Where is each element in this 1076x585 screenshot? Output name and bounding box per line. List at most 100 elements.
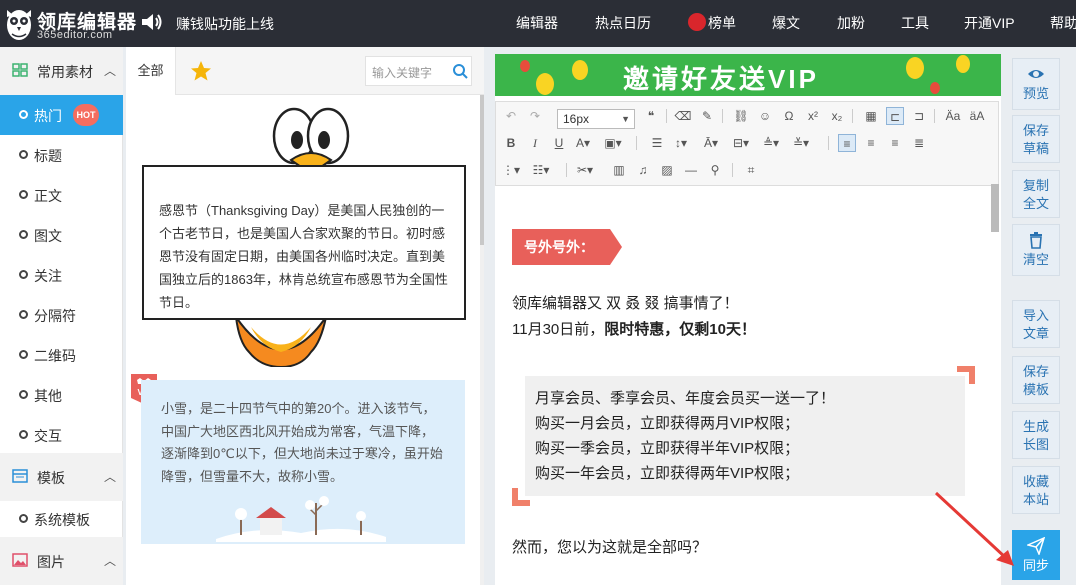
menu-item-qrcode[interactable]: 二维码 <box>0 335 123 375</box>
trash-icon <box>1030 232 1042 249</box>
underline-icon[interactable]: U <box>550 134 568 152</box>
save-template-button[interactable]: 保存 模板 <box>1012 356 1060 404</box>
promo-line-1[interactable]: 领库编辑器又 双 叒 叕 搞事情了！ <box>512 292 739 313</box>
unordered-list-icon[interactable]: ☷▾ <box>532 161 550 179</box>
circle-icon <box>19 390 28 399</box>
editor-scrollbar-thumb[interactable] <box>991 184 999 232</box>
paragraph-before-icon[interactable]: ≜▾ <box>762 134 780 152</box>
clear-label: 清空 <box>1022 252 1049 267</box>
long-image-button[interactable]: 生成 长图 <box>1012 411 1060 459</box>
nav-add-fans[interactable]: 加粉 <box>837 0 865 47</box>
toolbar-separator <box>732 163 733 177</box>
subscript-icon[interactable]: x₂ <box>828 107 846 125</box>
nav-editor[interactable]: 编辑器 <box>516 0 558 47</box>
eraser-icon[interactable]: ⌫ <box>674 107 692 125</box>
special-char-icon[interactable]: Ω <box>780 107 798 125</box>
extra-news-tag: 号外号外： <box>512 229 622 265</box>
menu-item-follow[interactable]: 关注 <box>0 255 123 295</box>
align-justify-icon[interactable]: ☰ <box>648 134 666 152</box>
row-spacing-icon[interactable]: ⊟▾ <box>732 134 750 152</box>
material-scrollbar-thumb[interactable] <box>480 95 484 245</box>
menu-item-system-template[interactable]: 系统模板 <box>0 499 123 539</box>
font-style-icon[interactable]: Ā▾ <box>702 134 720 152</box>
indent-right-icon[interactable]: ⊐ <box>910 107 928 125</box>
align-center-icon[interactable]: ≡ <box>862 134 880 152</box>
menu-item-hot[interactable]: 热门 HOT <box>0 95 123 135</box>
menu-item-divider[interactable]: 分隔符 <box>0 295 123 335</box>
copy-all-button[interactable]: 复制 全文 <box>1012 170 1060 218</box>
offer-box[interactable]: 月享会员、季享会员、年度会员买一送一了！ 购买一月会员，立即获得两月VIP权限；… <box>525 376 965 496</box>
italic-icon[interactable]: I <box>526 134 544 152</box>
nav-vip[interactable]: 开通VIP <box>964 0 1015 47</box>
line-height-icon[interactable]: ↕▾ <box>672 134 690 152</box>
nav-help[interactable]: 帮助 <box>1050 0 1076 47</box>
find-replace-icon[interactable]: ⚲ <box>706 161 724 179</box>
menu-group-template[interactable]: 模板 ︿ <box>0 453 123 501</box>
sync-label: 同步 <box>1022 558 1049 573</box>
menu-group-image[interactable]: 图片 ︿ <box>0 537 123 585</box>
nav-ranking-label: 榜单 <box>708 15 736 31</box>
circle-icon <box>19 150 28 159</box>
menu-group-label: 图片 <box>37 554 65 570</box>
quote-icon[interactable]: ❝ <box>642 107 660 125</box>
menu-group-material[interactable]: 常用素材 ︿ <box>0 47 123 95</box>
table-icon[interactable]: ▥ <box>610 161 628 179</box>
preview-button[interactable]: 预览 <box>1012 58 1060 110</box>
import-article-button[interactable]: 导入 文章 <box>1012 300 1060 348</box>
menu-item-label: 其他 <box>34 388 62 404</box>
search-icon[interactable] <box>452 63 468 79</box>
announcement-link[interactable]: 赚钱贴功能上线 <box>176 14 274 34</box>
clear-button[interactable]: 清空 <box>1012 224 1060 276</box>
nav-hot-calendar[interactable]: 热点日历 <box>595 0 651 47</box>
menu-item-body[interactable]: 正文 <box>0 175 123 215</box>
nav-tools[interactable]: 工具 <box>901 0 929 47</box>
tab-all[interactable]: 全部 <box>126 47 176 95</box>
offer-line: 购买一年会员，立即获得两年VIP权限； <box>535 465 800 482</box>
text-case-icon[interactable]: äA <box>968 107 986 125</box>
nav-viral-articles[interactable]: 爆文 <box>772 0 800 47</box>
chevron-up-icon: ︿ <box>104 554 117 568</box>
bold-icon[interactable]: B <box>502 134 520 152</box>
align-right-icon[interactable]: ≡ <box>886 134 904 152</box>
font-size-select[interactable]: 16px ▼ <box>557 109 635 129</box>
invite-banner[interactable]: 邀请好友送VIP <box>495 54 1001 96</box>
thanksgiving-text[interactable]: 感恩节（Thanksgiving Day）是美国人民独创的一个古老节日，也是美国… <box>142 165 466 320</box>
paste-icon[interactable]: ▦ <box>862 107 880 125</box>
nav-ranking[interactable]: 榜单 <box>688 0 736 47</box>
promo-line-2[interactable]: 11月30日前，限时特惠，仅剩10天！ <box>512 318 756 339</box>
redo-icon[interactable]: ↷ <box>526 107 544 125</box>
link-icon[interactable]: ⛓ <box>732 107 750 125</box>
toolbar-separator <box>828 136 829 150</box>
emoji-icon[interactable]: ☺ <box>756 107 774 125</box>
paragraph-after-icon[interactable]: ≚▾ <box>792 134 810 152</box>
html-source-icon[interactable]: ⌗ <box>742 161 760 179</box>
menu-item-interactive[interactable]: 交互 <box>0 415 123 455</box>
turkey-feathers-image <box>235 316 327 367</box>
format-painter-icon[interactable]: ✎ <box>698 107 716 125</box>
align-left-icon[interactable]: ≡ <box>838 134 856 152</box>
owl-logo-icon[interactable] <box>4 4 34 42</box>
undo-icon[interactable]: ↶ <box>502 107 520 125</box>
closing-line[interactable]: 然而，您以为这就是全部吗？ <box>512 536 707 557</box>
music-icon[interactable]: ♫ <box>634 161 652 179</box>
star-icon[interactable] <box>190 60 212 82</box>
speaker-icon <box>142 14 162 30</box>
letter-spacing-icon[interactable]: Äa <box>944 107 962 125</box>
menu-item-image-text[interactable]: 图文 <box>0 215 123 255</box>
insert-image-icon[interactable]: ▨ <box>658 161 676 179</box>
background-color-icon[interactable]: ▣▾ <box>604 134 622 152</box>
font-color-icon[interactable]: A▾ <box>574 134 592 152</box>
import-label-2: 文章 <box>1022 326 1049 341</box>
editor-area: 邀请好友送VIP ↶ ↷ 16px ▼ ❝ ⌫ ✎ ⛓ ☺ Ω x² x₂ ▦ ⊏… <box>495 54 1001 585</box>
circle-icon <box>19 310 28 319</box>
menu-item-title[interactable]: 标题 <box>0 135 123 175</box>
menu-item-other[interactable]: 其他 <box>0 375 123 415</box>
tools-icon[interactable]: ✂▾ <box>576 161 594 179</box>
align-full-icon[interactable]: ≣ <box>910 134 928 152</box>
indent-left-icon[interactable]: ⊏ <box>886 107 904 125</box>
save-draft-button[interactable]: 保存 草稿 <box>1012 115 1060 163</box>
horizontal-rule-icon[interactable]: — <box>682 161 700 179</box>
ordered-list-icon[interactable]: ⋮▾ <box>502 161 520 179</box>
superscript-icon[interactable]: x² <box>804 107 822 125</box>
copy-all-label-2: 全文 <box>1022 196 1049 211</box>
